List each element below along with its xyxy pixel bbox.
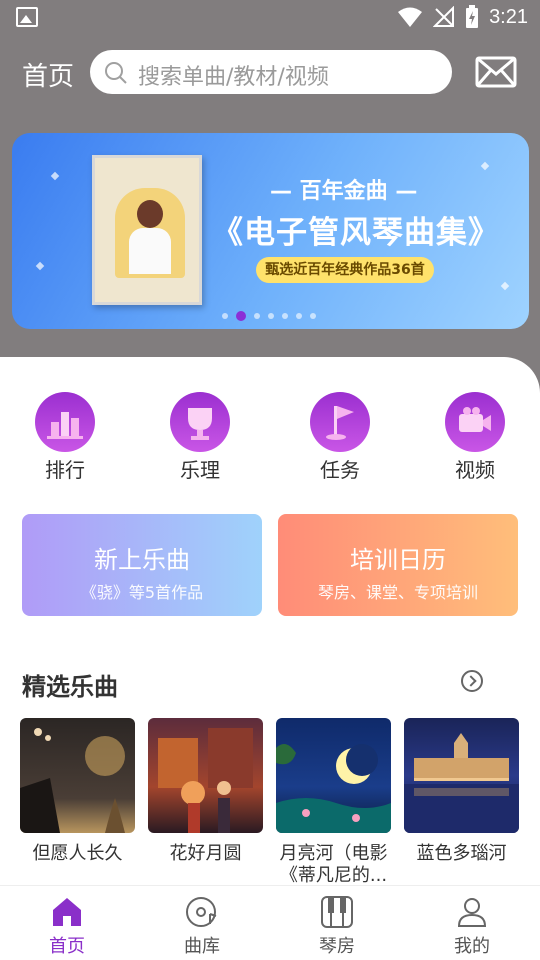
banner-tag: 甄选近百年经典作品36首 [256, 257, 434, 283]
card-title: 培训日历 [350, 546, 446, 574]
song-name: 蓝色多瑙河 [416, 843, 507, 864]
image-notification-icon [16, 7, 38, 27]
tab-library[interactable]: 曲库 [162, 894, 242, 958]
carousel-dot[interactable] [310, 313, 316, 319]
profile-icon [454, 894, 490, 930]
search-bar[interactable]: 搜索单曲/教材/视频 [90, 50, 452, 94]
promo-banner[interactable]: — 百年金曲 — 《电子管风琴曲集》 甄选近百年经典作品36首 [12, 133, 529, 329]
training-calendar-card[interactable]: 培训日历 琴房、课堂、专项培训 [278, 514, 518, 616]
song-card[interactable]: 月亮河（电影《蒂凡尼的... [276, 718, 391, 887]
category-ranking[interactable]: 排行 [25, 392, 105, 483]
piano-icon [319, 894, 355, 930]
trophy-icon [170, 392, 230, 452]
tab-label: 我的 [454, 936, 490, 957]
sparkle-decoration [35, 261, 45, 271]
status-time: 3:21 [489, 5, 528, 28]
video-camera-icon [445, 392, 505, 452]
tab-profile[interactable]: 我的 [432, 894, 512, 958]
song-card[interactable]: 但愿人长久 [20, 718, 135, 887]
main-content: 排行 乐理 任务 视频 新上乐曲 《骁》等5首作品 培训日历 琴房、课堂、专项培… [0, 357, 540, 887]
tab-label: 首页 [49, 936, 85, 957]
status-bar: 3:21 [0, 0, 540, 36]
category-theory[interactable]: 乐理 [160, 392, 240, 483]
carousel-dot[interactable] [254, 313, 260, 319]
sparkle-decoration [500, 281, 510, 291]
music-disc-icon [184, 894, 220, 930]
card-title: 新上乐曲 [94, 546, 190, 574]
portrait-body [129, 228, 171, 274]
album-book-cover [92, 155, 202, 305]
song-cover [20, 718, 135, 833]
card-subtitle: 《骁》等5首作品 [80, 583, 204, 602]
bottom-navigation: 首页 曲库 琴房 我的 [0, 885, 540, 960]
category-label: 乐理 [180, 458, 220, 482]
search-placeholder: 搜索单曲/教材/视频 [138, 65, 329, 90]
song-cover [148, 718, 263, 833]
home-icon [49, 894, 85, 930]
banner-subtitle: — 百年金曲 — [270, 179, 418, 204]
carousel-dot[interactable] [268, 313, 274, 319]
carousel-dot[interactable] [282, 313, 288, 319]
ranking-icon [35, 392, 95, 452]
song-name: 月亮河（电影《蒂凡尼的... [279, 843, 388, 886]
portrait-face [137, 200, 163, 228]
category-label: 视频 [455, 458, 495, 482]
page-title: 首页 [22, 62, 75, 92]
search-icon [105, 62, 127, 84]
category-row: 排行 乐理 任务 视频 [0, 392, 540, 482]
tab-home[interactable]: 首页 [27, 894, 107, 958]
category-video[interactable]: 视频 [435, 392, 515, 483]
chevron-right-icon[interactable] [461, 670, 483, 692]
book-portrait [115, 188, 185, 278]
new-songs-card[interactable]: 新上乐曲 《骁》等5首作品 [22, 514, 262, 616]
carousel-dot[interactable] [236, 311, 246, 321]
status-icons: 3:21 [397, 5, 528, 29]
battery-charging-icon [466, 5, 479, 28]
category-label: 排行 [45, 458, 85, 482]
song-name: 花好月圆 [169, 843, 242, 864]
song-card[interactable]: 花好月圆 [148, 718, 263, 887]
song-cover [404, 718, 519, 833]
top-bar: 首页 搜索单曲/教材/视频 [0, 50, 540, 94]
sparkle-decoration [50, 171, 60, 181]
song-cover [276, 718, 391, 833]
mail-icon[interactable] [475, 56, 517, 88]
tab-label: 曲库 [184, 936, 220, 957]
song-card[interactable]: 蓝色多瑙河 [404, 718, 519, 887]
sparkle-decoration [480, 161, 490, 171]
carousel-dots [222, 311, 316, 321]
song-name: 但愿人长久 [32, 843, 123, 864]
card-subtitle: 琴房、课堂、专项培训 [317, 583, 478, 602]
section-title: 精选乐曲 [22, 673, 118, 701]
carousel-dot[interactable] [222, 313, 228, 319]
tab-piano-room[interactable]: 琴房 [297, 894, 377, 958]
category-tasks[interactable]: 任务 [300, 392, 380, 483]
banner-title: 《电子管风琴曲集》 [212, 215, 500, 251]
no-signal-icon [433, 6, 455, 27]
tab-label: 琴房 [319, 936, 355, 957]
category-label: 任务 [320, 458, 360, 482]
wifi-icon [398, 7, 423, 27]
carousel-dot[interactable] [296, 313, 302, 319]
flag-icon [310, 392, 370, 452]
